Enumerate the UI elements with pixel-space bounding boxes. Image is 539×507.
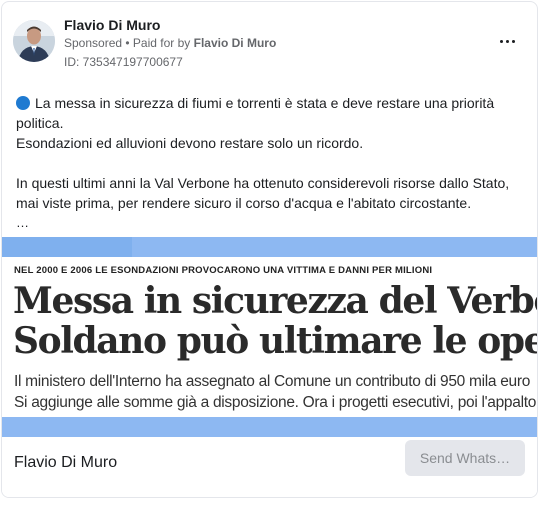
see-more-ellipsis[interactable]: …	[16, 213, 521, 233]
creative-subhead-line-2: Si aggiunge alle somme già a disposizion…	[14, 394, 537, 411]
creative-subhead: Il ministero dell'Interno ha assegnato a…	[14, 371, 536, 413]
post-line-4: In questi ultimi anni la Val Verbone ha …	[16, 175, 510, 191]
separator-dot: •	[122, 36, 133, 50]
creative-headline: Messa in sicurezza del Verbone Soldano p…	[13, 280, 538, 362]
avatar-photo-icon	[13, 20, 55, 62]
ad-footer: Flavio Di Muro Send Whats…	[2, 437, 537, 497]
ad-creative-image[interactable]: NEL 2000 E 2006 LE ESONDAZIONI PROVOCARO…	[2, 237, 538, 437]
post-text: La messa in sicurezza di fiumi e torrent…	[16, 93, 521, 233]
creative-kicker: NEL 2000 E 2006 LE ESONDAZIONI PROVOCARO…	[14, 265, 433, 276]
sponsored-label: Sponsored	[64, 36, 123, 50]
ad-id: ID: 735347197700677	[64, 55, 183, 69]
ad-card: Flavio Di Muro Sponsored • Paid for by F…	[1, 1, 538, 498]
paid-for-name: Flavio Di Muro	[193, 36, 277, 50]
sponsored-line: Sponsored • Paid for by Flavio Di Muro	[64, 36, 276, 50]
creative-bottom-band	[2, 417, 537, 437]
blue-circle-icon	[16, 96, 30, 110]
creative-headline-line-2: Soldano può ultimare le opere	[13, 320, 538, 362]
paid-for-prefix: Paid for by	[132, 36, 194, 50]
more-options-icon	[498, 39, 516, 43]
send-whatsapp-button[interactable]: Send Whats…	[405, 440, 525, 476]
post-line-3: Esondazioni ed alluvioni devono restare …	[16, 135, 364, 151]
post-line-2: politica.	[16, 115, 64, 131]
post-line-5: mai viste prima, per rendere sicuro il c…	[16, 195, 472, 211]
more-options-button[interactable]	[495, 31, 519, 51]
footer-advertiser-name: Flavio Di Muro	[14, 454, 118, 471]
creative-top-band	[2, 237, 537, 257]
ad-header: Flavio Di Muro Sponsored • Paid for by F…	[2, 2, 537, 82]
post-line-1: La messa in sicurezza di fiumi e torrent…	[16, 93, 521, 113]
advertiser-name[interactable]: Flavio Di Muro	[64, 17, 160, 33]
avatar[interactable]	[13, 20, 55, 62]
creative-headline-line-1: Messa in sicurezza del Verbone	[13, 280, 537, 322]
creative-subhead-line-1: Il ministero dell'Interno ha assegnato a…	[14, 373, 531, 390]
